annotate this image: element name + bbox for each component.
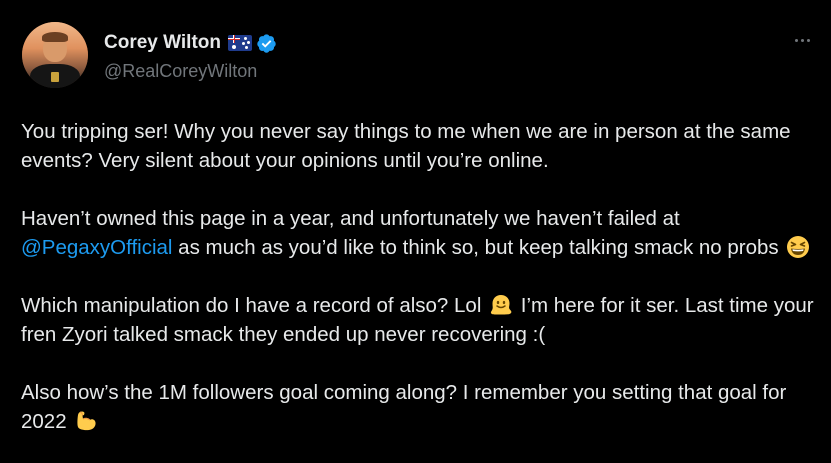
tweet-text-segment: Haven’t owned this page in a year, and u…: [21, 207, 680, 230]
tweet-text-segment: Also how’s the 1M followers goal coming …: [21, 381, 787, 433]
tweet-paragraph-2: Haven’t owned this page in a year, and u…: [21, 204, 821, 262]
grinning-squinting-face-emoji: [787, 236, 810, 258]
verified-badge-icon: [257, 33, 276, 53]
avatar-hair: [42, 32, 68, 42]
melting-face-emoji: [490, 295, 512, 315]
avatar-shirt-logo: [51, 72, 59, 82]
tweet-text: You tripping ser! Why you never say thin…: [21, 117, 821, 436]
tweet-paragraph-4: Also how’s the 1M followers goal coming …: [21, 378, 821, 436]
tweet-paragraph-3: Which manipulation do I have a record of…: [21, 291, 821, 349]
australia-flag-icon: [228, 35, 252, 51]
tweet-text-segment: Which manipulation do I have a record of…: [21, 294, 482, 317]
more-dots-icon[interactable]: [788, 30, 816, 50]
tweet: Corey Wilton @RealCoreyWilton You trippi…: [0, 0, 831, 463]
author-name-row: Corey Wilton: [104, 31, 277, 55]
tweet-text-segment: as much as you’d like to think so, but k…: [172, 236, 779, 259]
avatar[interactable]: [22, 22, 88, 88]
author-handle[interactable]: @RealCoreyWilton: [104, 61, 257, 82]
flexed-biceps-emoji: [77, 411, 96, 431]
author-display-name[interactable]: Corey Wilton: [104, 32, 221, 54]
tweet-paragraph-1: You tripping ser! Why you never say thin…: [21, 120, 791, 172]
mention-link[interactable]: @PegaxyOfficial: [21, 236, 172, 259]
